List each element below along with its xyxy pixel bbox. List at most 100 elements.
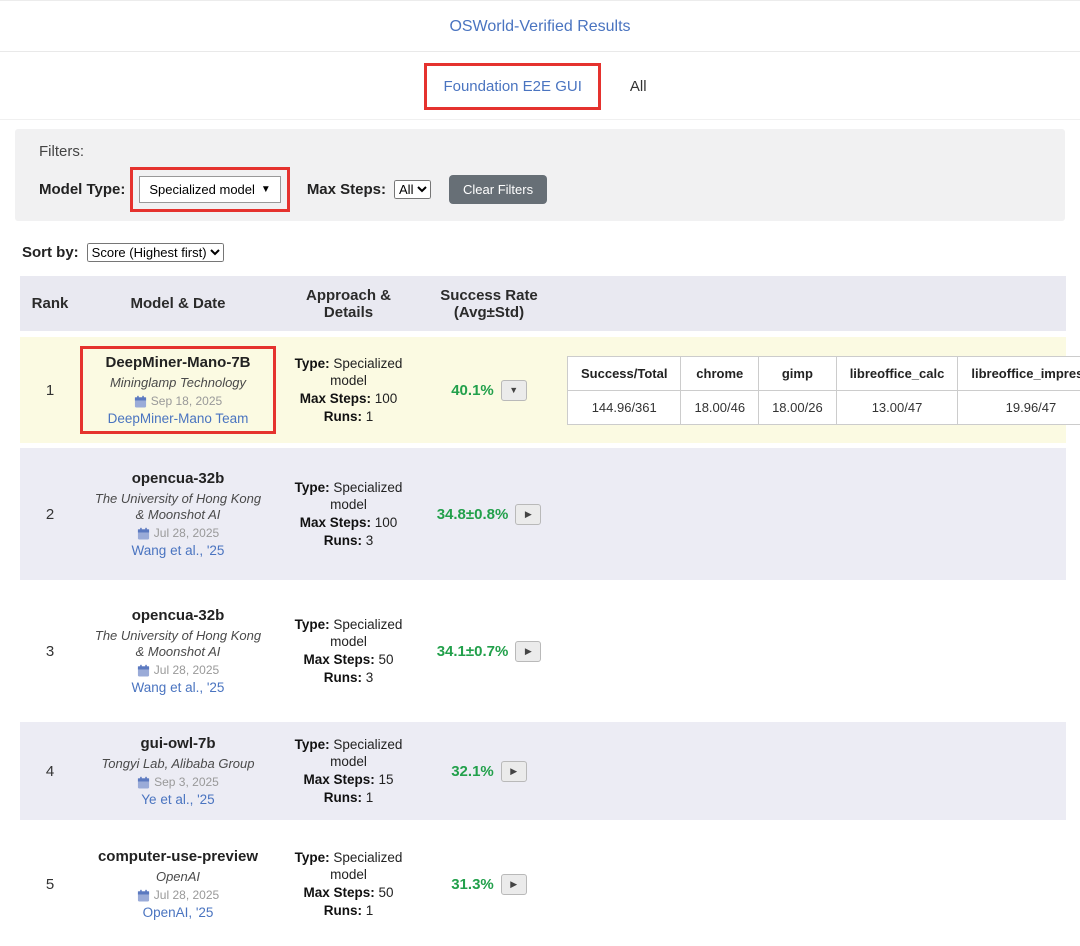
approach-cell: Type: Specialized model Max Steps: 50 Ru… (276, 849, 421, 919)
calendar-icon (137, 889, 150, 902)
rank-cell: 2 (20, 506, 80, 523)
detail-toggle-button[interactable]: ▶ (501, 761, 527, 782)
sort-row: Sort by: Score (Highest first) (22, 243, 1080, 262)
date-text: Sep 18, 2025 (151, 394, 222, 408)
success-cell: 31.3% ▶ (421, 874, 557, 895)
chevron-right-icon: ▶ (525, 509, 532, 520)
model-date: Jul 28, 2025 (89, 663, 267, 677)
max-steps-value: 100 (375, 391, 398, 406)
filters-heading: Filters: (39, 143, 1041, 160)
chevron-right-icon: ▶ (525, 646, 532, 657)
model-cell: gui-owl-7b Tongyi Lab, Alibaba Group Sep… (80, 730, 276, 812)
model-name: DeepMiner-Mano-7B (89, 354, 267, 373)
chevron-down-icon: ▼ (261, 184, 271, 195)
type-label: Type: (295, 480, 330, 495)
detail-header-row: Success/Total chrome gimp libreoffice_ca… (568, 356, 1080, 390)
page-title-link[interactable]: OSWorld-Verified Results (449, 18, 630, 35)
calendar-icon (137, 664, 150, 677)
model-cell: opencua-32b The University of Hong Kong … (80, 465, 276, 563)
type-label: Type: (295, 617, 330, 632)
model-name: opencua-32b (89, 470, 267, 489)
detail-toggle-button[interactable]: ▼ (501, 380, 527, 401)
max-steps-value: 50 (379, 652, 394, 667)
detail-value: 144.96/361 (568, 390, 681, 424)
model-link[interactable]: OpenAI, '25 (143, 905, 214, 920)
runs-label: Runs: (324, 409, 362, 424)
table-row: 3 opencua-32b The University of Hong Kon… (20, 585, 1066, 717)
rank-cell: 3 (20, 643, 80, 660)
model-link[interactable]: DeepMiner-Mano Team (108, 411, 249, 426)
header-rank: Rank (20, 287, 80, 320)
date-text: Jul 28, 2025 (154, 526, 219, 540)
success-cell: 32.1% ▶ (421, 761, 557, 782)
model-info: opencua-32b The University of Hong Kong … (83, 602, 273, 700)
model-date: Sep 3, 2025 (89, 775, 267, 789)
model-info: computer-use-preview OpenAI Jul 28, 2025… (83, 843, 273, 925)
type-value: Specialized model (330, 356, 402, 389)
detail-toggle-button[interactable]: ▶ (501, 874, 527, 895)
chevron-down-icon: ▼ (509, 385, 518, 395)
model-info: gui-owl-7b Tongyi Lab, Alibaba Group Sep… (83, 730, 273, 812)
detail-toggle-button[interactable]: ▶ (515, 641, 541, 662)
runs-value: 3 (366, 533, 374, 548)
header-success-rate: Success Rate (Avg±Std) (421, 279, 557, 329)
date-text: Sep 3, 2025 (154, 775, 219, 789)
model-type-label: Model Type: (39, 181, 125, 198)
max-steps-label: Max Steps: (303, 772, 374, 787)
detail-value-row: 144.96/361 18.00/46 18.00/26 13.00/47 19… (568, 390, 1080, 424)
rank-cell: 5 (20, 876, 80, 893)
sort-by-select[interactable]: Score (Highest first) (87, 243, 224, 262)
table-row: 2 opencua-32b The University of Hong Kon… (20, 448, 1066, 580)
approach-cell: Type: Specialized model Max Steps: 15 Ru… (276, 736, 421, 806)
rank-cell: 4 (20, 763, 80, 780)
runs-value: 1 (366, 790, 374, 805)
table-header-row: Rank Model & Date Approach & Details Suc… (20, 276, 1066, 331)
detail-header: libreoffice_calc (836, 356, 958, 390)
runs-label: Runs: (324, 533, 362, 548)
runs-label: Runs: (324, 903, 362, 918)
per-app-results-table: Success/Total chrome gimp libreoffice_ca… (567, 356, 1080, 425)
runs-label: Runs: (324, 670, 362, 685)
success-rate-value: 34.8±0.8% (437, 506, 509, 523)
success-cell: 40.1% ▼ (421, 380, 557, 401)
max-steps-label: Max Steps: (300, 515, 371, 530)
model-link[interactable]: Wang et al., '25 (132, 680, 225, 695)
detail-value: 19.96/47 (958, 390, 1080, 424)
model-name: gui-owl-7b (89, 735, 267, 754)
type-label: Type: (295, 737, 330, 752)
model-name: computer-use-preview (89, 848, 267, 867)
success-rate-value: 31.3% (451, 876, 494, 893)
model-cell: opencua-32b The University of Hong Kong … (80, 602, 276, 700)
table-row: 5 computer-use-preview OpenAI Jul 28, 20… (20, 825, 1066, 943)
type-label: Type: (295, 356, 330, 371)
model-organization: OpenAI (89, 869, 267, 885)
model-link[interactable]: Ye et al., '25 (141, 792, 214, 807)
model-type-dropdown[interactable]: Specialized model ▼ (139, 176, 280, 203)
model-info: opencua-32b The University of Hong Kong … (83, 465, 273, 563)
leaderboard-table: Rank Model & Date Approach & Details Suc… (20, 276, 1066, 943)
success-cell: 34.1±0.7% ▶ (421, 641, 557, 662)
model-link[interactable]: Wang et al., '25 (132, 543, 225, 558)
chevron-right-icon: ▶ (510, 879, 517, 890)
max-steps-value: 100 (375, 515, 398, 530)
detail-header: chrome (681, 356, 759, 390)
detail-toggle-button[interactable]: ▶ (515, 504, 541, 525)
tab-all[interactable]: All (624, 66, 653, 107)
header-model-date: Model & Date (80, 287, 276, 320)
filters-panel: Filters: Model Type: Specialized model ▼… (15, 129, 1065, 221)
calendar-icon (137, 527, 150, 540)
type-value: Specialized model (330, 737, 402, 770)
detail-header: libreoffice_impress (958, 356, 1080, 390)
approach-cell: Type: Specialized model Max Steps: 100 R… (276, 479, 421, 549)
max-steps-value: 15 (379, 772, 394, 787)
max-steps-label: Max Steps: (300, 391, 371, 406)
type-value: Specialized model (330, 617, 402, 650)
page-header: OSWorld-Verified Results (0, 0, 1080, 52)
detail-value: 13.00/47 (836, 390, 958, 424)
date-text: Jul 28, 2025 (154, 663, 219, 677)
clear-filters-button[interactable]: Clear Filters (449, 175, 547, 204)
tab-bar: Foundation E2E GUI All (0, 52, 1080, 120)
max-steps-select[interactable]: All (394, 180, 431, 199)
model-organization: Tongyi Lab, Alibaba Group (89, 756, 267, 772)
tab-foundation-e2e-gui[interactable]: Foundation E2E GUI (427, 66, 597, 107)
